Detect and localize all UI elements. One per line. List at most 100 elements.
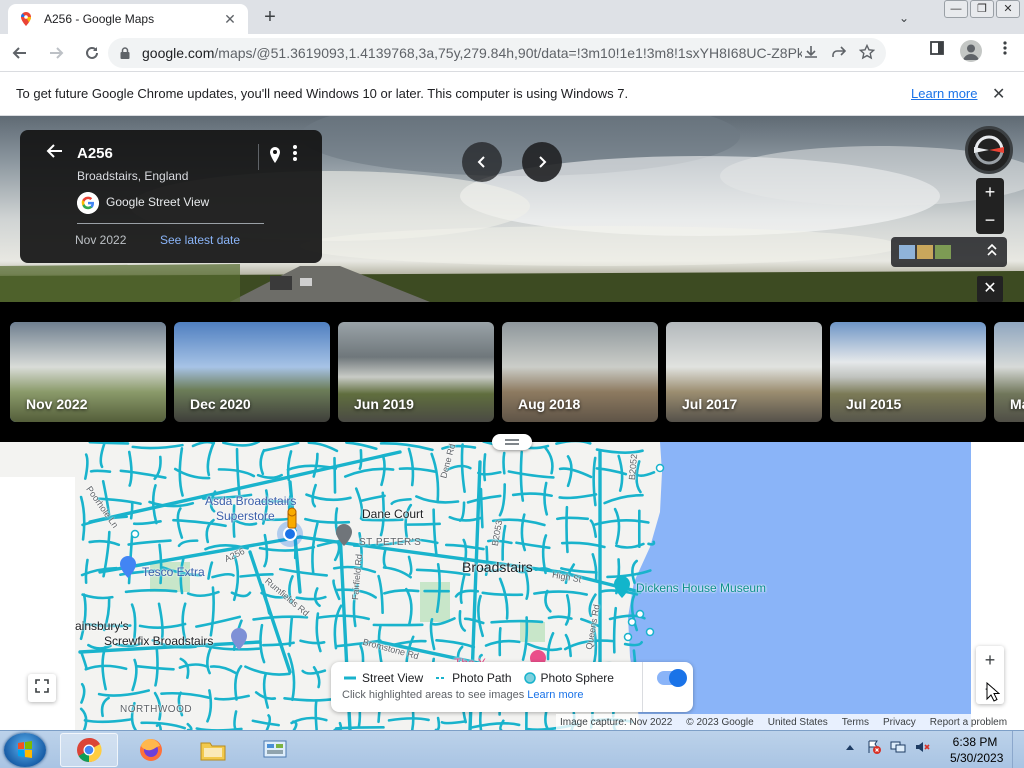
install-app-icon[interactable] — [802, 44, 820, 62]
folder-icon — [200, 742, 226, 761]
chevron-left-icon — [477, 156, 485, 168]
timeline-thumb-jul-2017[interactable]: Jul 2017 — [666, 322, 822, 422]
system-tray — [842, 739, 930, 755]
show-desktop-button[interactable] — [1012, 731, 1024, 768]
infobar-message: To get future Google Chrome updates, you… — [16, 86, 629, 101]
street-view-zoom-control: + − — [976, 178, 1004, 234]
url-text[interactable]: google.com/maps/@51.3619093,1.4139768,3a… — [142, 45, 802, 61]
timeline-thumb-partial[interactable]: Ma — [994, 322, 1024, 422]
tab-close-icon[interactable]: ✕ — [222, 11, 238, 27]
map-label-screwfix[interactable]: Screwfix Broadstairs — [104, 634, 213, 648]
start-button[interactable] — [4, 733, 46, 767]
share-icon[interactable] — [830, 44, 848, 62]
map-label-asda[interactable]: Asda Broadstairs — [205, 494, 296, 508]
infobar-learn-more-link[interactable]: Learn more — [911, 86, 977, 101]
map-label-northwood: NORTHWOOD — [120, 704, 193, 715]
chevron-up-icon[interactable] — [987, 243, 997, 260]
tab-search-icon[interactable]: ⌄ — [894, 8, 914, 28]
timeline-label: Dec 2020 — [190, 396, 251, 412]
reload-icon[interactable] — [76, 37, 108, 69]
back-arrow-icon[interactable] — [46, 142, 64, 166]
address-bar[interactable]: google.com/maps/@51.3619093,1.4139768,3a… — [108, 38, 886, 68]
timeline-thumb-dec-2020[interactable]: Dec 2020 — [174, 322, 330, 422]
location-title: A256 — [77, 145, 113, 162]
forward-arrow-icon[interactable] — [40, 37, 72, 69]
control-panel-icon — [263, 740, 287, 758]
compass-icon[interactable] — [965, 126, 1013, 174]
firefox-icon — [140, 739, 162, 761]
zoom-out-button[interactable]: − — [976, 206, 1004, 234]
timeline-thumb-nov-2022[interactable]: Nov 2022 — [10, 322, 166, 422]
location-info-card: A256 Broadstairs, England Google Street … — [20, 130, 322, 263]
clock-time: 6:38 PM — [952, 735, 998, 749]
image-capture-date: Image capture: Nov 2022 — [560, 716, 673, 728]
layer-thumb[interactable] — [899, 245, 915, 259]
close-window-button[interactable]: ✕ — [996, 0, 1020, 18]
map-label-superstore[interactable]: Superstore — [216, 509, 275, 523]
tray-expand-icon[interactable] — [842, 739, 858, 755]
taskbar-clock[interactable]: 6:38 PM 5/30/2023 — [950, 734, 1003, 766]
terms-link[interactable]: Terms — [842, 717, 869, 728]
chrome-icon — [77, 737, 102, 763]
layer-thumb[interactable] — [935, 245, 951, 259]
minimize-button[interactable]: — — [944, 0, 968, 18]
photo-path-icon — [436, 677, 447, 679]
privacy-link[interactable]: Privacy — [883, 717, 916, 728]
bookmark-star-icon[interactable] — [858, 43, 876, 62]
map-label-dane-court[interactable]: Dane Court — [362, 507, 423, 521]
volume-muted-icon[interactable] — [914, 739, 930, 755]
region-link[interactable]: United States — [768, 717, 828, 728]
timeline-label: Aug 2018 — [518, 396, 581, 412]
timeline-thumb-jul-2015[interactable]: Jul 2015 — [830, 322, 986, 422]
legend-photo-path: Photo Path — [435, 671, 512, 685]
mouse-cursor-icon — [986, 682, 1000, 702]
legend-learn-more-link[interactable]: Learn more — [527, 689, 583, 701]
restore-button[interactable]: ❐ — [970, 0, 994, 18]
map-pin-icon[interactable] — [268, 146, 282, 164]
taskbar-file-explorer[interactable] — [184, 733, 242, 767]
divider — [642, 662, 643, 712]
lock-icon[interactable] — [118, 46, 132, 60]
taskbar-chrome[interactable] — [60, 733, 118, 767]
legend-street-view: Street View — [343, 671, 423, 685]
report-problem-link[interactable]: Report a problem — [930, 717, 1007, 728]
chrome-menu-icon[interactable] — [994, 40, 1016, 62]
divider — [77, 223, 264, 224]
see-latest-date-link[interactable]: See latest date — [160, 233, 240, 247]
map-label-tesco[interactable]: Tesco Extra — [142, 565, 205, 579]
timeline-label: Jul 2017 — [682, 396, 738, 412]
taskbar-firefox[interactable] — [122, 733, 180, 767]
map-label-broadstairs[interactable]: Broadstairs — [462, 559, 533, 575]
window-controls: — ❐ ✕ — [944, 0, 1020, 18]
map-zoom-in-button[interactable]: + — [976, 646, 1004, 675]
tab-google-maps[interactable]: A256 - Google Maps ✕ — [8, 4, 248, 34]
network-icon[interactable] — [890, 739, 906, 755]
next-image-button[interactable] — [522, 142, 562, 182]
expand-map-icon[interactable] — [28, 674, 56, 702]
layers-thumbnails[interactable] — [891, 237, 1007, 267]
street-view-layer-toggle[interactable] — [657, 669, 687, 687]
location-subtitle: Broadstairs, England — [77, 169, 189, 183]
timeline-thumb-jun-2019[interactable]: Jun 2019 — [338, 322, 494, 422]
photo-sphere-icon — [523, 672, 536, 684]
panel-resize-handle[interactable] — [492, 434, 532, 450]
timeline-label: Jul 2015 — [846, 396, 902, 412]
new-tab-button[interactable]: + — [258, 6, 282, 30]
legend-hint: Click highlighted areas to see images Le… — [342, 689, 584, 701]
back-arrow-icon[interactable] — [4, 37, 36, 69]
more-options-icon[interactable] — [292, 144, 298, 166]
previous-image-button[interactable] — [462, 142, 502, 182]
layer-thumb[interactable] — [917, 245, 933, 259]
map-label-sainsburys[interactable]: ainsbury's — [75, 619, 129, 633]
timeline-thumb-aug-2018[interactable]: Aug 2018 — [502, 322, 658, 422]
infobar-close-icon[interactable]: ✕ — [992, 84, 1005, 104]
side-panel-icon[interactable] — [926, 40, 948, 62]
provider-label: Google Street View — [106, 195, 210, 209]
tab-title: A256 - Google Maps — [44, 12, 155, 26]
map-label-dickens-house-museum[interactable]: Dickens House Museum — [636, 581, 766, 595]
zoom-in-button[interactable]: + — [976, 178, 1004, 206]
close-timeline-button[interactable]: ✕ — [977, 276, 1003, 302]
profile-avatar[interactable] — [960, 40, 982, 62]
taskbar-control-panel[interactable] — [246, 733, 304, 767]
action-center-icon[interactable] — [866, 739, 882, 755]
